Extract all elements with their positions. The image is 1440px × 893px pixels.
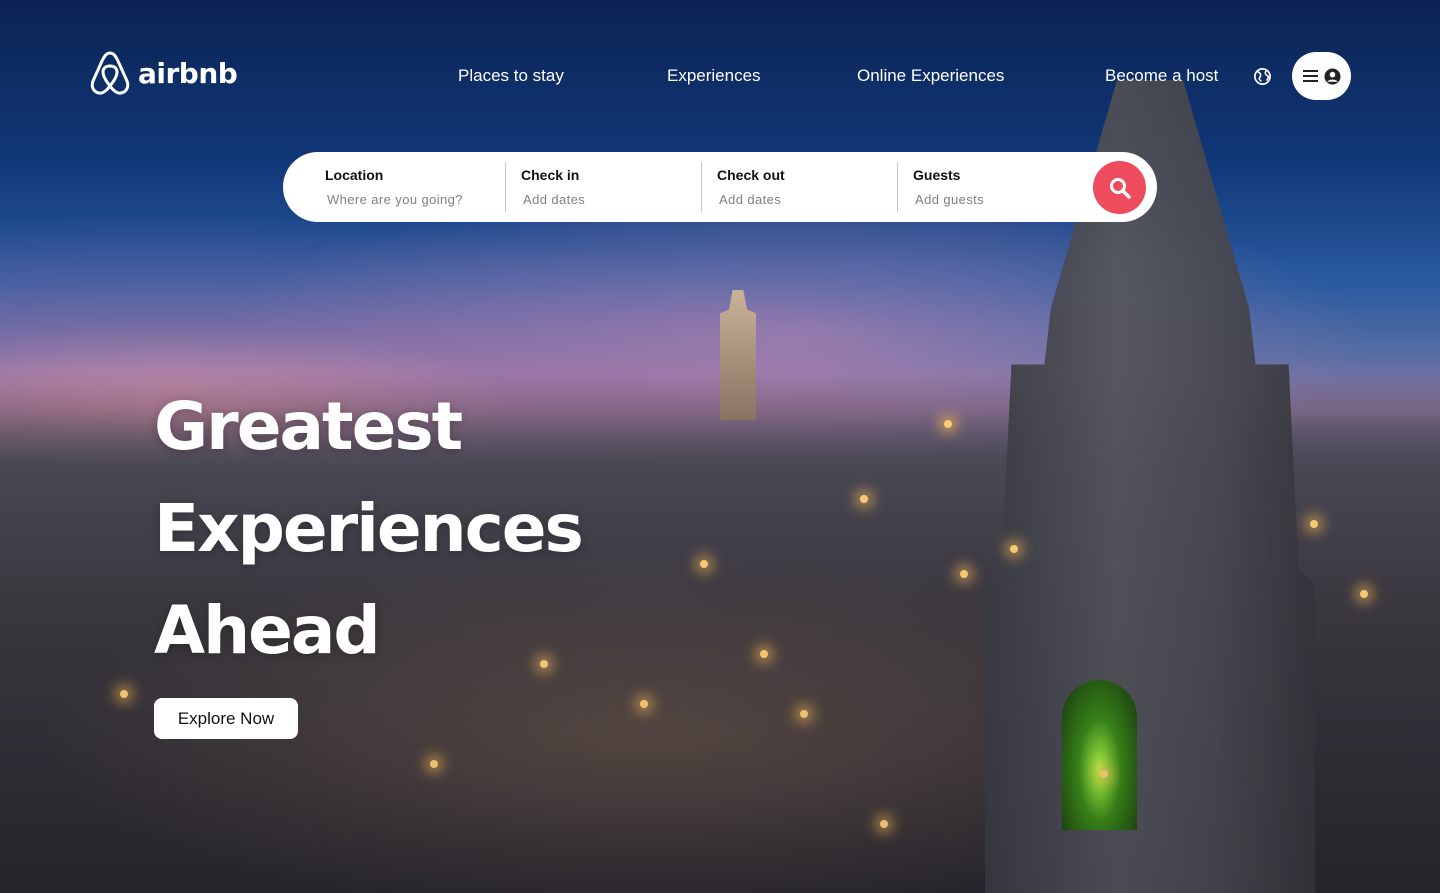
location-label: Location [325, 167, 384, 183]
nav-become-a-host[interactable]: Become a host [1105, 66, 1218, 86]
guests-input[interactable] [915, 192, 1085, 207]
nav-experiences[interactable]: Experiences [667, 66, 761, 86]
guests-label: Guests [913, 167, 961, 183]
search-icon [1109, 177, 1131, 199]
hero-title-line-2: Experiences [154, 490, 584, 567]
brand-name: airbnb [138, 56, 238, 90]
airbnb-belo-icon [90, 51, 130, 95]
airbnb-logo[interactable]: airbnb [88, 49, 238, 97]
user-menu-button[interactable] [1292, 52, 1351, 100]
nav-online-experiences[interactable]: Online Experiences [857, 66, 1004, 86]
nav-places-to-stay[interactable]: Places to stay [458, 66, 564, 86]
checkout-label: Check out [717, 167, 785, 183]
hero-title-line-3: Ahead [154, 592, 381, 669]
search-bar: Location Check in Check out Guests [283, 152, 1157, 222]
checkin-input[interactable] [523, 192, 693, 207]
divider [701, 162, 702, 212]
divider [897, 162, 898, 212]
explore-now-button[interactable]: Explore Now [154, 698, 298, 739]
divider [505, 162, 506, 212]
location-input[interactable] [327, 192, 497, 207]
search-button[interactable] [1093, 161, 1146, 214]
globe-icon[interactable] [1253, 67, 1272, 86]
hero-title-line-1: Greatest [154, 388, 463, 465]
checkout-input[interactable] [719, 192, 889, 207]
hamburger-menu-icon [1302, 70, 1318, 82]
checkin-label: Check in [521, 167, 580, 183]
user-avatar-icon [1323, 67, 1341, 85]
